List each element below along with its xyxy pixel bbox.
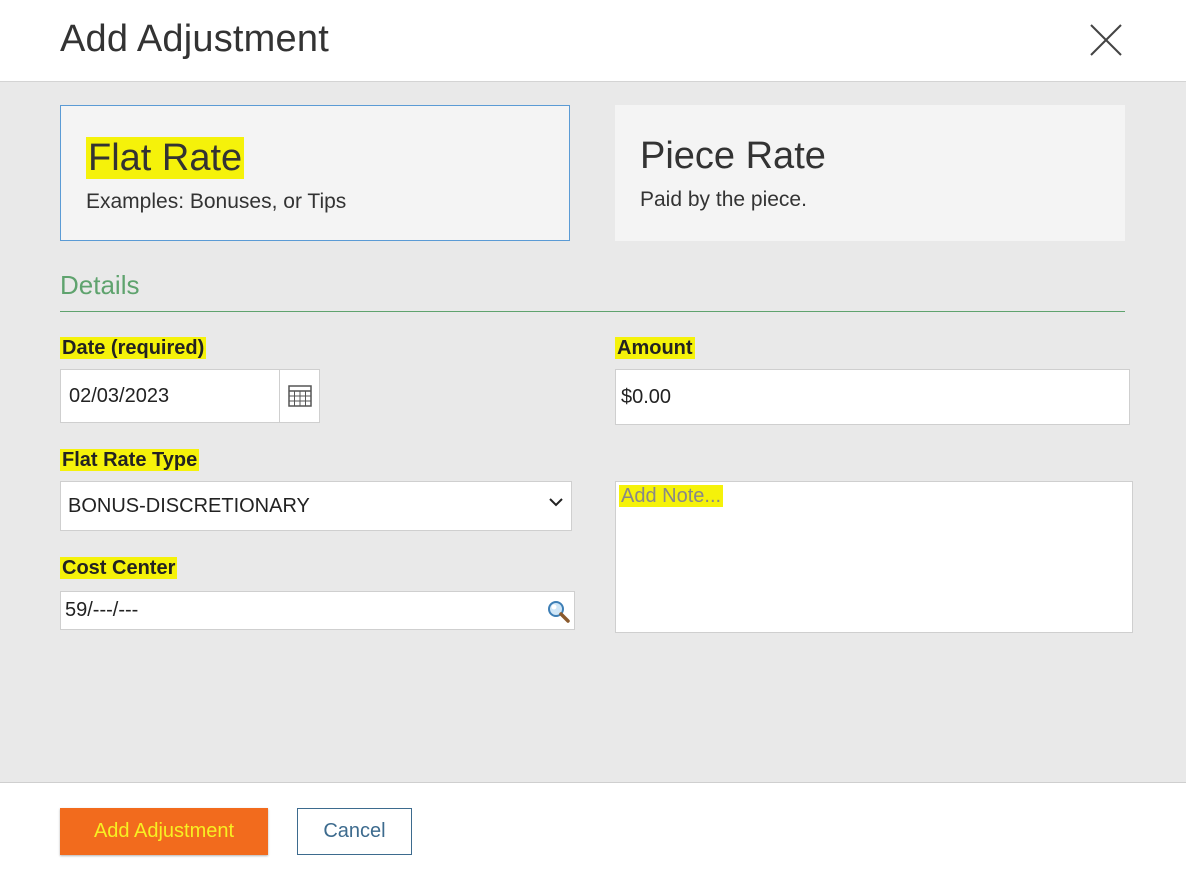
amount-label: Amount bbox=[615, 337, 695, 359]
cost-center-label: Cost Center bbox=[60, 557, 178, 579]
details-divider bbox=[60, 311, 1125, 312]
flat-rate-type-label: Flat Rate Type bbox=[60, 449, 200, 471]
cancel-button[interactable]: Cancel bbox=[297, 808, 412, 855]
cost-center-input[interactable]: 59/---/--- bbox=[60, 591, 575, 630]
close-icon bbox=[1090, 24, 1122, 56]
dialog-header: Add Adjustment bbox=[0, 0, 1186, 82]
note-placeholder: Add Note... bbox=[619, 485, 724, 507]
flat-rate-card[interactable]: Flat Rate Examples: Bonuses, or Tips bbox=[60, 105, 570, 241]
amount-input[interactable]: $0.00 bbox=[615, 369, 1130, 425]
dialog-footer: Add Adjustment Cancel bbox=[0, 783, 1186, 886]
date-value: 02/03/2023 bbox=[69, 384, 170, 407]
flat-rate-title: Flat Rate bbox=[86, 137, 245, 179]
amount-value: $0.00 bbox=[621, 385, 672, 408]
flat-rate-subtitle: Examples: Bonuses, or Tips bbox=[86, 190, 347, 213]
note-textarea[interactable]: Add Note... bbox=[615, 481, 1133, 633]
dialog-body: Flat Rate Examples: Bonuses, or Tips Pie… bbox=[0, 82, 1186, 783]
cost-center-value: 59/---/--- bbox=[65, 599, 139, 621]
details-section-title: Details bbox=[60, 270, 140, 300]
date-label: Date (required) bbox=[60, 337, 207, 359]
date-input[interactable]: 02/03/2023 bbox=[60, 369, 280, 423]
search-icon[interactable] bbox=[546, 599, 570, 623]
close-button[interactable] bbox=[1088, 22, 1124, 58]
date-picker-button[interactable] bbox=[279, 369, 320, 423]
chevron-down-icon bbox=[549, 498, 563, 507]
calendar-icon bbox=[287, 385, 312, 407]
add-adjustment-button[interactable]: Add Adjustment bbox=[60, 808, 268, 855]
flat-rate-type-select[interactable]: BONUS-DISCRETIONARY bbox=[60, 481, 572, 531]
piece-rate-subtitle: Paid by the piece. bbox=[640, 188, 807, 211]
dialog-title: Add Adjustment bbox=[60, 18, 329, 60]
piece-rate-title: Piece Rate bbox=[640, 135, 826, 177]
piece-rate-card[interactable]: Piece Rate Paid by the piece. bbox=[615, 105, 1125, 241]
add-adjustment-label: Add Adjustment bbox=[93, 820, 235, 842]
flat-rate-type-value: BONUS-DISCRETIONARY bbox=[68, 494, 310, 517]
